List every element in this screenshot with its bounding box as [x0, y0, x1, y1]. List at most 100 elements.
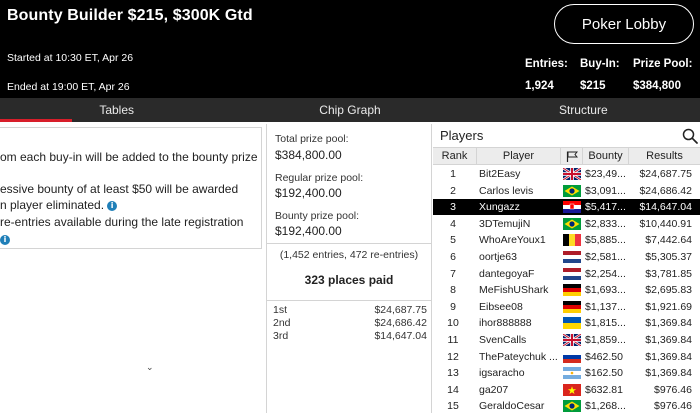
player-bounty: $3,091... [585, 184, 625, 197]
entries-value: 1,924 [525, 80, 554, 92]
tab-chip-graph[interactable]: Chip Graph [233, 98, 466, 122]
info-text-line: essive bounty of at least $50 will be aw… [0, 182, 239, 196]
player-rank: 10 [447, 317, 459, 330]
poker-lobby-button[interactable]: Poker Lobby [554, 4, 694, 44]
player-row[interactable]: 15 GeraldoCesar $1,268... $976.46 [433, 398, 700, 413]
player-bounty: $5,417... [585, 201, 625, 214]
payout-row: 3rd $14,647.04 [271, 330, 429, 343]
player-row[interactable]: 11 SvenCalls $1,859... $1,369.84 [433, 332, 700, 348]
germany-flag-icon [563, 284, 581, 297]
player-result: $976.46 [654, 400, 692, 413]
player-rank: 3 [450, 201, 456, 214]
netherlands-flag-icon [563, 251, 581, 263]
info-text: n player eliminated. [0, 198, 105, 212]
regular-prize-pool-value: $192,400.00 [275, 186, 342, 200]
player-name: igsaracho [479, 367, 525, 380]
player-result: $1,369.84 [645, 350, 692, 363]
results-column-header[interactable]: Results [629, 148, 700, 164]
player-bounty: $162.50 [585, 367, 623, 380]
vietnam-flag-icon [563, 383, 581, 396]
start-time: Started at 10:30 ET, Apr 26 [7, 52, 134, 64]
player-name: oortje63 [479, 251, 517, 263]
player-name: Eibsee08 [479, 300, 523, 313]
prize-pool-panel: Total prize pool: $384,800.00 Regular pr… [266, 124, 432, 413]
player-rank: 13 [447, 367, 459, 380]
player-result: $10,440.91 [639, 217, 692, 230]
payout-amount: $14,647.04 [374, 330, 427, 342]
info-icon[interactable]: i [107, 201, 118, 211]
player-column-header[interactable]: Player [477, 148, 561, 164]
player-bounty: $23,49... [585, 168, 625, 180]
search-icon[interactable] [682, 128, 698, 144]
player-row[interactable]: 8 MeFishUShark $1,693... $2,695.83 [433, 282, 700, 298]
player-row[interactable]: 5 WhoAreYoux1 $5,885... $7,442.64 [433, 232, 700, 248]
player-row[interactable]: 13 igsaracho $162.50 $1,369.84 [433, 365, 700, 381]
player-result: $14,647.04 [639, 201, 692, 214]
player-result: $1,369.84 [645, 317, 692, 330]
player-bounty: $1,859... [585, 334, 625, 346]
player-row[interactable]: 12 ThePateychuk ... $462.50 $1,369.84 [433, 349, 700, 365]
player-row[interactable]: 2 Carlos levis $3,091... $24,686.42 [433, 183, 700, 199]
entries-label: Entries: [525, 58, 568, 70]
player-rank: 5 [450, 234, 456, 247]
uk-flag-icon [563, 334, 581, 346]
brazil-flag-icon [563, 400, 581, 413]
player-result: $1,369.84 [645, 334, 692, 346]
info-icon[interactable]: i [0, 235, 10, 245]
total-prize-pool-value: $384,800.00 [275, 148, 342, 162]
player-rank: 6 [450, 251, 456, 263]
player-result: $5,305.37 [645, 251, 692, 263]
player-name: Bit2Easy [479, 168, 521, 180]
player-result: $1,369.84 [645, 367, 692, 380]
bounty-column-header[interactable]: Bounty [583, 148, 629, 164]
player-name: dantegoyaF [479, 267, 535, 280]
player-row[interactable]: 14 ga207 $632.81 $976.46 [433, 382, 700, 398]
places-paid: 323 places paid [304, 273, 394, 287]
player-result: $24,687.75 [639, 168, 692, 180]
divider [267, 300, 431, 301]
tab-chip-graph-label: Chip Graph [319, 103, 381, 117]
prize-pool-value: $384,800 [633, 80, 681, 92]
player-row[interactable]: 7 dantegoyaF $2,254... $3,781.85 [433, 266, 700, 282]
player-bounty: $2,833... [585, 217, 625, 230]
player-name: Xungazz [479, 201, 520, 214]
player-row[interactable]: 10 ihor888888 $1,815... $1,369.84 [433, 315, 700, 331]
brazil-flag-icon [563, 217, 581, 230]
players-table-header: Rank Player Bounty Results [433, 147, 700, 165]
player-name: SvenCalls [479, 334, 527, 346]
player-row[interactable]: 9 Eibsee08 $1,137... $1,921.69 [433, 299, 700, 315]
player-rank: 9 [450, 300, 456, 313]
payout-amount: $24,686.42 [374, 317, 427, 329]
player-bounty: $2,254... [585, 267, 625, 280]
tab-tables[interactable]: Tables [0, 98, 233, 122]
player-rank: 2 [450, 184, 456, 197]
player-rank: 1 [450, 168, 456, 180]
tab-structure[interactable]: Structure [467, 98, 700, 122]
tournament-info-panel: om each buy-in will be added to the boun… [0, 127, 262, 249]
entries-note: (1,452 entries, 472 re-entries) [279, 249, 419, 261]
player-bounty: $1,693... [585, 284, 625, 297]
player-row[interactable]: 1 Bit2Easy $23,49... $24,687.75 [433, 166, 700, 182]
buyin-value: $215 [580, 80, 606, 92]
player-row[interactable]: 4 3DTemujiN $2,833... $10,440.91 [433, 216, 700, 232]
player-result: $7,442.64 [645, 234, 692, 247]
info-text-line: i [0, 232, 10, 246]
player-bounty: $632.81 [585, 383, 623, 396]
bounty-prize-pool-label: Bounty prize pool: [275, 210, 360, 222]
player-row[interactable]: 6 oortje63 $2,581... $5,305.37 [433, 249, 700, 265]
bounty-prize-pool-value: $192,400.00 [275, 224, 342, 238]
rank-column-header[interactable]: Rank [433, 148, 477, 164]
flag-column-header[interactable] [561, 148, 583, 164]
players-panel: Players Rank Player Bounty Results 1 Bit2… [433, 124, 700, 413]
players-title: Players [440, 128, 484, 143]
flag-icon [566, 151, 578, 162]
player-rank: 11 [447, 334, 459, 346]
player-bounty: $1,268... [585, 400, 625, 413]
player-rank: 14 [447, 383, 459, 396]
player-rank: 4 [450, 217, 456, 230]
player-name: GeraldoCesar [479, 400, 545, 413]
player-name: MeFishUShark [479, 284, 549, 297]
chevron-down-icon[interactable]: ⌄ [146, 363, 154, 373]
netherlands-flag-icon [563, 267, 581, 280]
player-row[interactable]: 3 Xungazz $5,417... $14,647.04 [433, 199, 700, 216]
